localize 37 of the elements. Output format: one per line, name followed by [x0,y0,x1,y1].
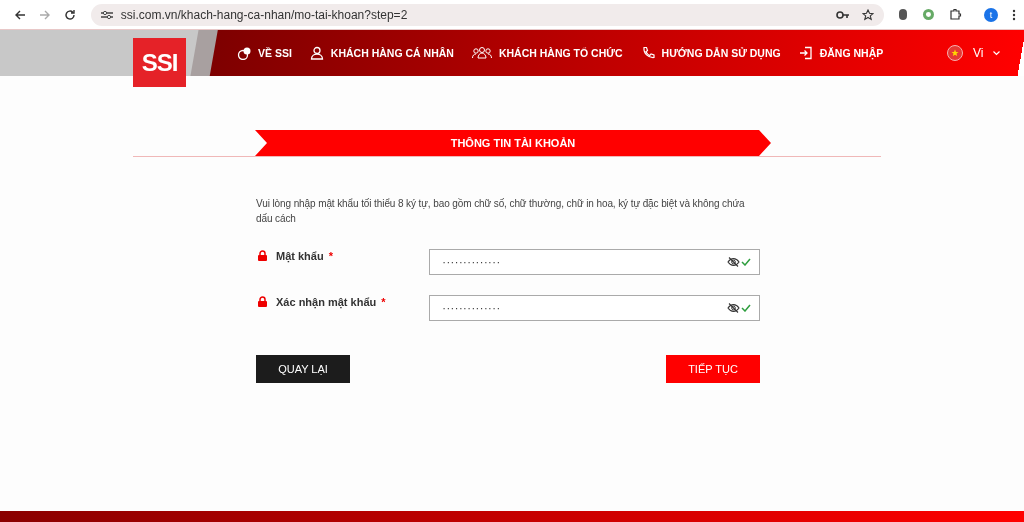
mouse-icon[interactable] [898,8,909,21]
people-icon [471,46,492,60]
nav-link[interactable]: HƯỚNG DẪN SỬ DỤNG [640,46,781,60]
step-banner: THÔNG TIN TÀI KHOẢN [255,130,771,156]
chevron-down-icon[interactable] [993,50,1001,56]
language-selector[interactable]: Vi [973,46,984,60]
lock-icon [258,250,267,261]
eye-slash-icon[interactable] [727,303,740,313]
lock-icon [258,296,267,307]
person-icon [309,46,324,60]
required-mark: * [381,296,386,308]
nav-link[interactable]: KHÁCH HÀNG CÁ NHÂN [309,46,454,60]
nav-link[interactable]: ĐĂNG NHẬP [798,46,884,60]
eye-slash-icon[interactable] [727,257,740,267]
field-label: Xác nhận mật khẩu [276,296,377,308]
site-settings-icon[interactable] [100,9,113,20]
field-label: Mật khẩu [276,250,324,262]
address-bar[interactable]: ssi.com.vn/khach-hang-ca-nhan/mo-tai-khoan?step=2 [90,3,885,26]
profile-avatar[interactable]: t [984,7,998,22]
login-icon [798,46,813,60]
key-icon[interactable] [836,9,851,20]
continue-button[interactable]: TIẾP TỤC [666,355,760,383]
star-icon[interactable] [862,8,875,21]
extension-icon[interactable] [922,8,936,21]
url-text: ssi.com.vn/khach-hang-ca-nhan/mo-tai-khoan?step=2 [120,7,408,22]
back-button[interactable]: QUAY LẠI [256,355,350,383]
nav-link[interactable]: KHÁCH HÀNG TỔ CHỨC [471,46,623,60]
required-mark: * [328,250,333,262]
phone-icon [640,46,655,60]
nav-link[interactable]: VỀ SSI [237,46,292,60]
menu-icon[interactable] [1012,8,1016,21]
instruction-text: Vui lòng nhập mật khẩu tối thiểu 8 ký tự, bao gồm chữ số, chữ thường, chữ in hoa, ký tự đặc biệt và không chứa dấu cách [256,197,746,226]
password-field[interactable]: ·············· [429,295,760,321]
logo[interactable]: SSI [133,38,186,87]
password-field[interactable]: ·············· [429,249,760,275]
puzzle-icon[interactable] [949,8,962,21]
flag-icon [947,45,963,61]
